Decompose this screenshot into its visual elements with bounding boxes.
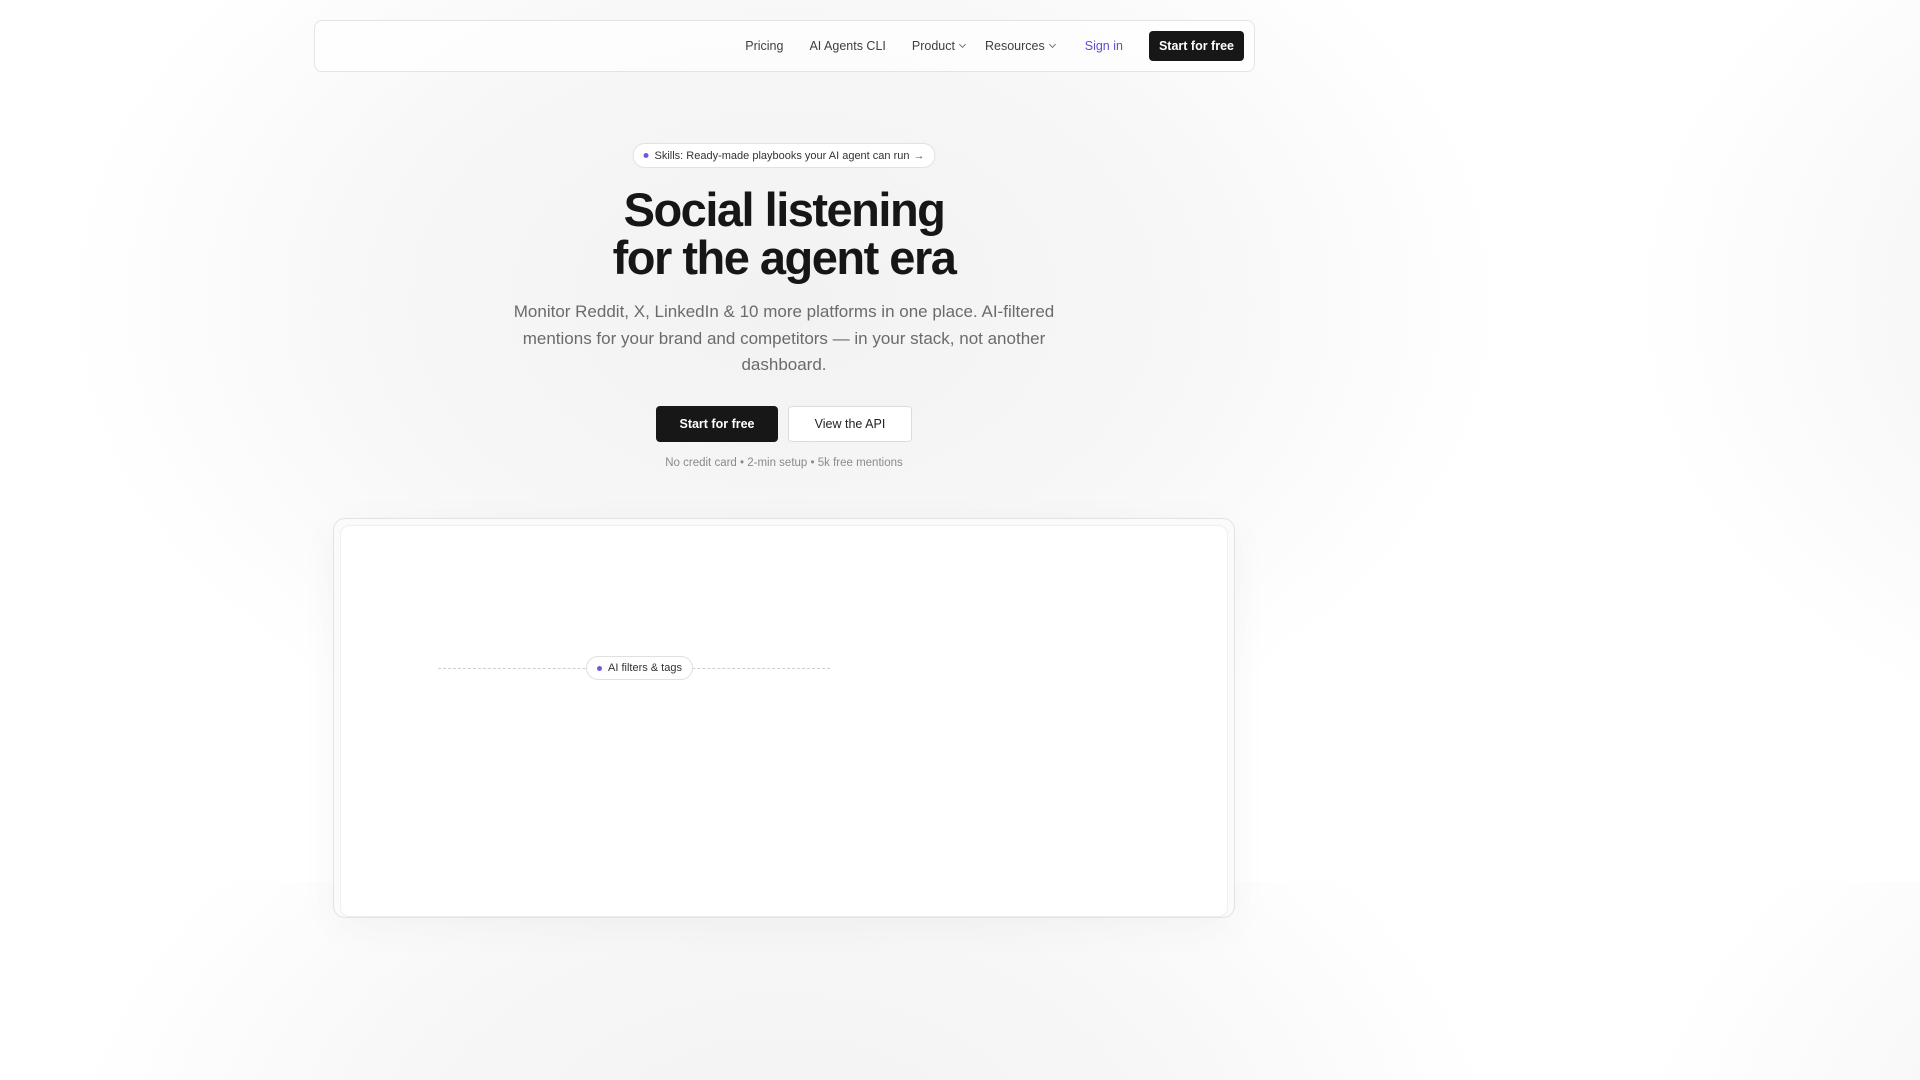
ai-filters-tag: AI filters & tags bbox=[586, 656, 693, 680]
announcement-pill[interactable]: Skills: Ready-made playbooks your AI age… bbox=[632, 143, 936, 168]
hero-cta-row: Start for free View the API bbox=[0, 406, 1568, 442]
hero-fine-print: No credit card • 2-min setup • 5k free m… bbox=[665, 457, 903, 469]
hero-title-line-1: Social listening bbox=[623, 183, 946, 236]
accent-dot-icon bbox=[597, 665, 602, 671]
chevron-down-icon bbox=[1048, 40, 1056, 49]
view-api-button[interactable]: View the API bbox=[788, 406, 912, 442]
start-free-button[interactable]: Start for free bbox=[656, 406, 778, 442]
nav-link-pricing-label: Pricing bbox=[745, 39, 784, 53]
top-nav: Pricing AI Agents CLI Product Resources … bbox=[314, 20, 1255, 72]
ai-filters-label: AI filters & tags bbox=[608, 662, 682, 674]
nav-start-free-button[interactable]: Start for free bbox=[1148, 31, 1244, 61]
nav-dropdown-product-label: Product bbox=[911, 39, 955, 53]
chevron-down-icon bbox=[958, 40, 967, 49]
hero-title-line-2: for the agent era bbox=[612, 231, 957, 284]
nav-dropdown-resources[interactable]: Resources bbox=[984, 39, 1056, 53]
nav-links: Pricing AI Agents CLI Product Resources … bbox=[745, 21, 1244, 71]
nav-dropdown-resources-label: Resources bbox=[984, 39, 1045, 53]
nav-link-ai-agents-cli-label: AI Agents CLI bbox=[809, 39, 886, 53]
demo-panel-inner: AI filters & tags bbox=[340, 525, 1228, 917]
arrow-right-icon: → bbox=[913, 149, 925, 162]
hero-subtitle: Monitor Reddit, X, LinkedIn & 10 more pl… bbox=[513, 302, 1055, 374]
nav-link-pricing[interactable]: Pricing bbox=[745, 39, 783, 53]
announcement-text: Skills: Ready-made playbooks your AI age… bbox=[654, 149, 910, 162]
accent-dot-icon bbox=[643, 153, 649, 158]
sign-in-link[interactable]: Sign in bbox=[1085, 39, 1123, 53]
nav-dropdown-product[interactable]: Product bbox=[911, 39, 967, 53]
demo-panel: AI filters & tags bbox=[333, 518, 1235, 918]
nav-link-ai-agents-cli[interactable]: AI Agents CLI bbox=[809, 39, 885, 53]
hero-title: Social listening for the agent era bbox=[0, 186, 1568, 282]
